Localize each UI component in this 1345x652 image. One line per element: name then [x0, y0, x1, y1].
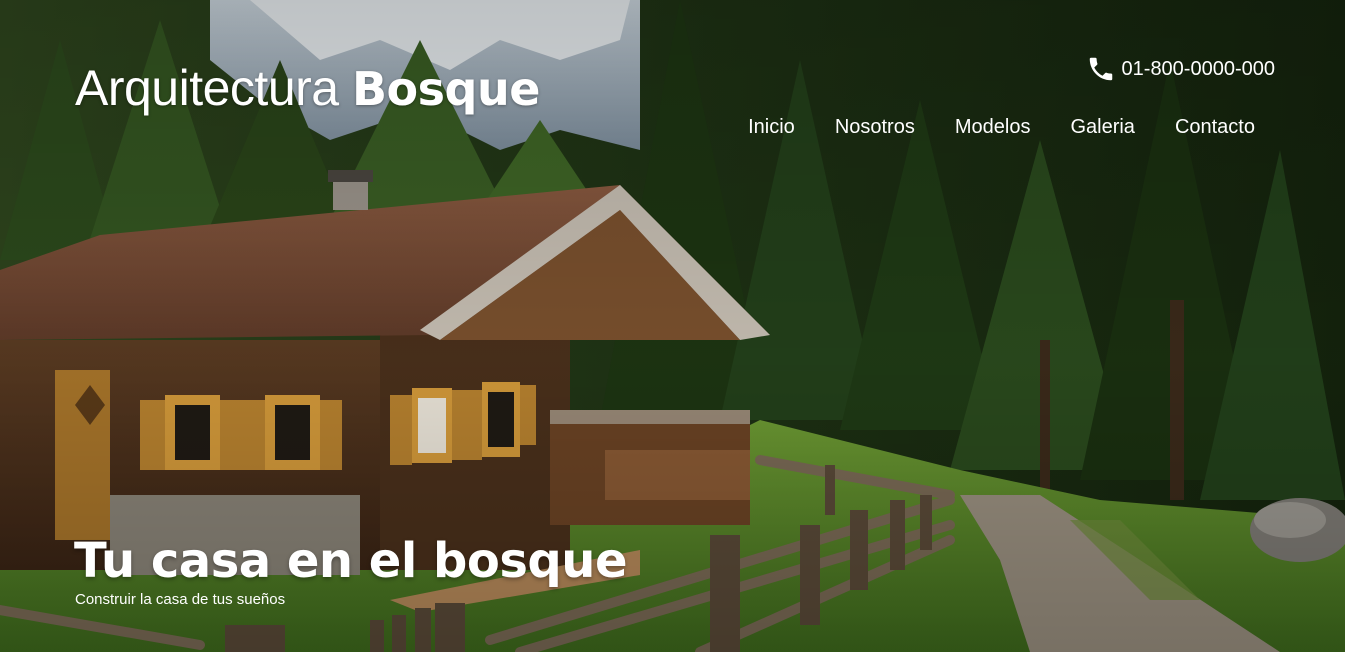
- nav-item-nosotros[interactable]: Nosotros: [835, 112, 915, 142]
- phone-icon: [1089, 57, 1112, 81]
- hero-title: Tu casa en el bosque: [74, 533, 628, 589]
- phone-number: 01-800-0000-000: [1121, 58, 1275, 80]
- main-nav: Inicio Nosotros Modelos Galeria Contacto: [748, 112, 1255, 142]
- nav-item-galeria[interactable]: Galeria: [1070, 112, 1134, 142]
- logo-light-text: Arquitectura: [75, 60, 352, 116]
- logo-bold-text: Bosque: [351, 62, 540, 116]
- site-logo[interactable]: Arquitectura Bosque: [75, 58, 540, 119]
- nav-item-modelos[interactable]: Modelos: [955, 112, 1031, 142]
- hero-subtitle: Construir la casa de tus sueños: [75, 591, 286, 608]
- phone-contact[interactable]: 01-800-0000-000: [1086, 54, 1275, 84]
- nav-item-contacto[interactable]: Contacto: [1175, 112, 1255, 142]
- nav-item-inicio[interactable]: Inicio: [748, 112, 795, 142]
- hero-section: Arquitectura Bosque 01-800-0000-000 Inic…: [0, 0, 1345, 652]
